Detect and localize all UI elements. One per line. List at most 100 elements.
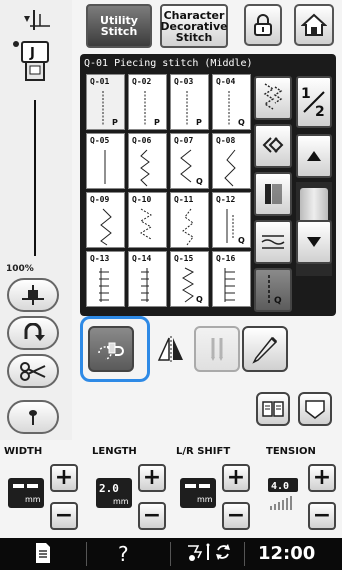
shift-minus-button[interactable]: − <box>222 502 250 530</box>
edit-pencil-icon <box>252 336 278 364</box>
twin-needle-icon <box>211 338 223 361</box>
width-minus-button[interactable]: − <box>50 502 78 530</box>
needle-stop-icon <box>29 410 37 425</box>
stitch-code: Q-14 <box>132 254 152 263</box>
left-column: J 100% <box>0 0 72 440</box>
home-icon <box>301 13 327 36</box>
width-display: mm <box>13 484 41 504</box>
stitch-code: Q-09 <box>90 195 110 204</box>
stitch-pattern-icon <box>100 208 112 246</box>
stitch-pattern-icon: Q <box>180 149 203 186</box>
status-bar: ? 12:00 <box>0 538 342 570</box>
reinforcement-stitch-button[interactable] <box>7 316 59 350</box>
thread-cutter-icon <box>24 323 45 341</box>
stitch-code: Q-05 <box>90 136 110 145</box>
scissors-icon <box>20 362 46 381</box>
stitch-cell-q-02[interactable]: Q-02 P <box>128 74 167 130</box>
page-indicator: 1 2 <box>296 76 332 128</box>
width-label: WIDTH <box>4 446 43 457</box>
swap-icon[interactable] <box>214 542 232 562</box>
tab-character-decorative[interactable]: Character Decorative Stitch <box>160 4 228 48</box>
pivot-icon <box>98 342 124 360</box>
pocket-button[interactable] <box>298 392 332 426</box>
manual-button[interactable] <box>256 392 290 426</box>
thread-cutter-button[interactable] <box>7 354 59 388</box>
sewing-screen: J 100% Utility Stitch Character Decorati… <box>0 0 342 570</box>
stitch-cell-q-07[interactable]: Q-07 Q <box>170 133 209 189</box>
stitch-cell-q-10[interactable]: Q-10 <box>128 192 167 248</box>
needle-stop-button[interactable] <box>7 400 59 434</box>
stitch-mark: Q <box>238 118 245 127</box>
stitch-code: Q-03 <box>174 77 194 86</box>
zoom-level: 100% <box>6 264 34 274</box>
length-unit: mm <box>113 497 129 506</box>
stitch-cell-q-03[interactable]: Q-03 P <box>170 74 209 130</box>
stitch-cell-q-11[interactable]: Q-11 <box>170 192 209 248</box>
home-button[interactable] <box>294 4 334 46</box>
document-icon[interactable] <box>34 542 52 564</box>
tension-plus-button[interactable]: + <box>308 464 336 492</box>
tab-utility-stitch[interactable]: Utility Stitch <box>86 4 152 48</box>
quilt-stitch-icon: Q <box>268 275 282 306</box>
scroll-down-button[interactable] <box>296 220 332 264</box>
width-plus-button[interactable]: + <box>50 464 78 492</box>
stitch-code: Q-08 <box>216 136 236 145</box>
stitch-code: Q-15 <box>174 254 194 263</box>
mirror-icon <box>157 336 183 362</box>
stitch-cell-q-16[interactable]: Q-16 <box>212 251 251 307</box>
stitch-pattern-icon: P <box>144 91 160 127</box>
tension-readout: 4.0 <box>268 478 304 510</box>
lock-button[interactable] <box>244 4 282 46</box>
edit-stitch-button[interactable] <box>242 326 288 372</box>
shift-readout: mm <box>180 478 216 508</box>
width-unit: mm <box>25 495 41 504</box>
stitch-cell-q-06[interactable]: Q-06 <box>128 133 167 189</box>
scroll-up-button[interactable] <box>296 134 332 178</box>
stitch-q21-button[interactable]: Q <box>254 268 292 312</box>
stitch-cell-q-14[interactable]: Q-14 <box>128 251 167 307</box>
tab-character-label: Character Decorative Stitch <box>160 8 228 44</box>
needle-position-icon <box>24 10 50 30</box>
satin-stitch-icon <box>265 184 282 204</box>
twin-needle-button[interactable] <box>194 326 240 372</box>
shift-label: L/R SHIFT <box>176 446 231 457</box>
arrow-stitch-icon <box>262 137 284 153</box>
mirror-button[interactable] <box>148 326 194 372</box>
stitch-pattern-icon <box>140 208 152 240</box>
stitch-selection-panel: Q-01 Piecing stitch (Middle) Q-01 P Q-02 P Q… <box>80 54 336 316</box>
zigzag-stitch-icon <box>263 83 283 110</box>
manual-icon <box>262 401 284 417</box>
stitch-cell-q-01[interactable]: Q-01 P <box>86 74 125 130</box>
shift-plus-button[interactable]: + <box>222 464 250 492</box>
triangle-down-icon <box>307 237 321 247</box>
tension-minus-button[interactable]: − <box>308 502 336 530</box>
stitch-pattern-icon <box>224 149 236 187</box>
stitch-pattern-icon: Q <box>228 91 245 127</box>
stitch-cell-q-12[interactable]: Q-12 Q <box>212 192 251 248</box>
reverse-stitch-button[interactable] <box>7 278 59 312</box>
stitch-pattern-icon <box>141 268 149 302</box>
stitch-cell-q-08[interactable]: Q-08 <box>212 133 251 189</box>
reverse-icon <box>22 285 44 305</box>
length-plus-button[interactable]: + <box>138 464 166 492</box>
stitch-q17-button[interactable] <box>254 76 292 120</box>
stitch-code: Q-12 <box>216 195 236 204</box>
pivot-button[interactable] <box>88 326 134 372</box>
stitch-q18-button[interactable] <box>254 124 292 168</box>
thread-lamp-icon[interactable] <box>186 542 214 564</box>
stitch-pattern-icon: P <box>102 91 118 127</box>
length-minus-button[interactable]: − <box>138 502 166 530</box>
stitch-q20-button[interactable] <box>254 220 292 264</box>
stitch-cell-q-13[interactable]: Q-13 <box>86 251 125 307</box>
triangle-up-icon <box>307 151 321 161</box>
svg-text:J: J <box>29 46 35 61</box>
stitch-code: Q-11 <box>174 195 194 204</box>
stitch-code: Q-04 <box>216 77 236 86</box>
stitch-cell-q-04[interactable]: Q-04 Q <box>212 74 251 130</box>
stitch-cell-q-09[interactable]: Q-09 <box>86 192 125 248</box>
stitch-cell-q-05[interactable]: Q-05 <box>86 133 125 189</box>
stitch-q19-button[interactable] <box>254 172 292 216</box>
help-button[interactable]: ? <box>118 542 129 566</box>
clock: 12:00 <box>258 543 316 564</box>
stitch-cell-q-15[interactable]: Q-15 Q <box>170 251 209 307</box>
